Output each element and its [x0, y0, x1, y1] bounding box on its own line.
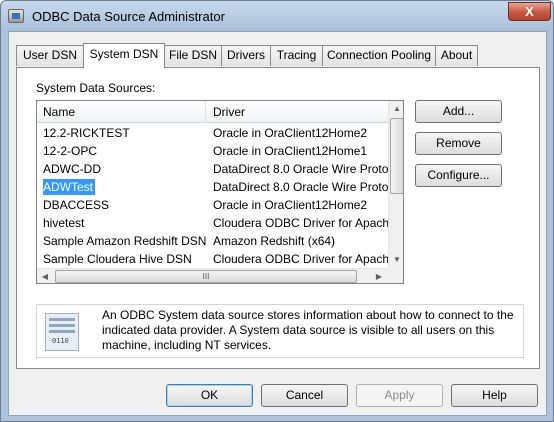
scroll-up-arrow-icon[interactable]: ▲: [389, 101, 403, 117]
tab-tracing[interactable]: Tracing: [270, 45, 323, 66]
dsn-driver-cell: Oracle in OraClient12Home2: [213, 126, 368, 140]
data-sources-list[interactable]: Name Driver 12.2-RICKTEST Oracle in OraC…: [36, 100, 404, 284]
scroll-left-arrow-icon[interactable]: ◀: [37, 269, 53, 283]
tab-system-dsn[interactable]: System DSN: [83, 43, 165, 68]
dsn-name-cell: Sample Amazon Redshift DSN: [43, 234, 206, 248]
dsn-driver-cell: Cloudera ODBC Driver for Apach: [213, 252, 388, 266]
window-title: ODBC Data Source Administrator: [32, 9, 225, 24]
list-row[interactable]: DBACCESS Oracle in OraClient12Home2: [37, 196, 388, 214]
scroll-down-arrow-icon[interactable]: ▼: [389, 252, 403, 268]
title-bar[interactable]: ODBC Data Source Administrator X: [1, 1, 553, 31]
scroll-right-arrow-icon[interactable]: ▶: [371, 269, 387, 283]
dsn-driver-cell: Oracle in OraClient12Home1: [213, 144, 368, 158]
odbc-app-icon: [8, 9, 24, 23]
list-header: Name Driver: [37, 101, 388, 123]
data-source-info-icon: [45, 313, 79, 351]
close-window-button[interactable]: X: [508, 2, 551, 21]
dsn-driver-cell: Amazon Redshift (x64): [213, 234, 336, 248]
tab-drivers[interactable]: Drivers: [221, 45, 271, 66]
list-row[interactable]: ADWC-DD DataDirect 8.0 Oracle Wire Proto: [37, 160, 388, 178]
dsn-driver-cell: Oracle in OraClient12Home2: [213, 198, 368, 212]
column-header-driver[interactable]: Driver: [207, 101, 388, 123]
ok-button[interactable]: OK: [166, 384, 253, 407]
apply-button[interactable]: Apply: [356, 384, 443, 407]
dialog-client-area: User DSN System DSN File DSN Drivers Tra…: [8, 31, 547, 416]
list-row[interactable]: 12-2-OPC Oracle in OraClient12Home1: [37, 142, 388, 160]
list-body: 12.2-RICKTEST Oracle in OraClient12Home2…: [37, 124, 388, 268]
remove-button[interactable]: Remove: [415, 132, 502, 155]
vertical-scrollbar[interactable]: ▲ ▼: [388, 101, 403, 268]
system-data-sources-label: System Data Sources:: [36, 81, 156, 95]
scrollbar-corner: [388, 268, 403, 283]
dsn-name-cell: 12-2-OPC: [43, 144, 98, 158]
dsn-name-cell: hivetest: [43, 216, 85, 230]
column-header-name[interactable]: Name: [37, 101, 206, 123]
dsn-name-cell: Sample Cloudera Hive DSN: [43, 252, 192, 266]
list-row-selected[interactable]: ADWTest DataDirect 8.0 Oracle Wire Proto: [37, 178, 388, 196]
list-row[interactable]: Sample Amazon Redshift DSN Amazon Redshi…: [37, 232, 388, 250]
help-button[interactable]: Help: [451, 384, 538, 407]
info-description: An ODBC System data source stores inform…: [102, 308, 514, 352]
list-row[interactable]: Sample Cloudera Hive DSN Cloudera ODBC D…: [37, 250, 388, 268]
odbc-administrator-window: ODBC Data Source Administrator X User DS…: [0, 0, 554, 422]
horizontal-scroll-thumb[interactable]: III: [55, 270, 357, 283]
dsn-driver-cell: DataDirect 8.0 Oracle Wire Proto: [213, 162, 388, 176]
vertical-scroll-thumb[interactable]: [390, 118, 403, 194]
info-group-box: An ODBC System data source stores inform…: [36, 304, 524, 358]
dsn-name-cell: 12.2-RICKTEST: [43, 126, 130, 140]
tab-file-dsn[interactable]: File DSN: [164, 45, 222, 66]
add-button[interactable]: Add...: [415, 100, 502, 123]
tab-about[interactable]: About: [435, 45, 478, 66]
dsn-name-cell: ADWC-DD: [43, 162, 101, 176]
dsn-name-cell: ADWTest: [43, 178, 206, 196]
list-row[interactable]: hivetest Cloudera ODBC Driver for Apach: [37, 214, 388, 232]
cancel-button[interactable]: Cancel: [261, 384, 348, 407]
tab-user-dsn[interactable]: User DSN: [16, 45, 84, 66]
tab-connection-pooling[interactable]: Connection Pooling: [322, 45, 436, 66]
selected-dsn-highlight: ADWTest: [43, 179, 96, 195]
dsn-name-cell: DBACCESS: [43, 198, 110, 212]
horizontal-scrollbar[interactable]: ◀ III ▶: [37, 268, 388, 283]
system-dsn-panel: System Data Sources: Name Driver 12.2-RI…: [16, 67, 540, 369]
dsn-driver-cell: Cloudera ODBC Driver for Apach: [213, 216, 388, 230]
dsn-driver-cell: DataDirect 8.0 Oracle Wire Proto: [213, 180, 388, 194]
configure-button[interactable]: Configure...: [415, 164, 502, 187]
list-row[interactable]: 12.2-RICKTEST Oracle in OraClient12Home2: [37, 124, 388, 142]
